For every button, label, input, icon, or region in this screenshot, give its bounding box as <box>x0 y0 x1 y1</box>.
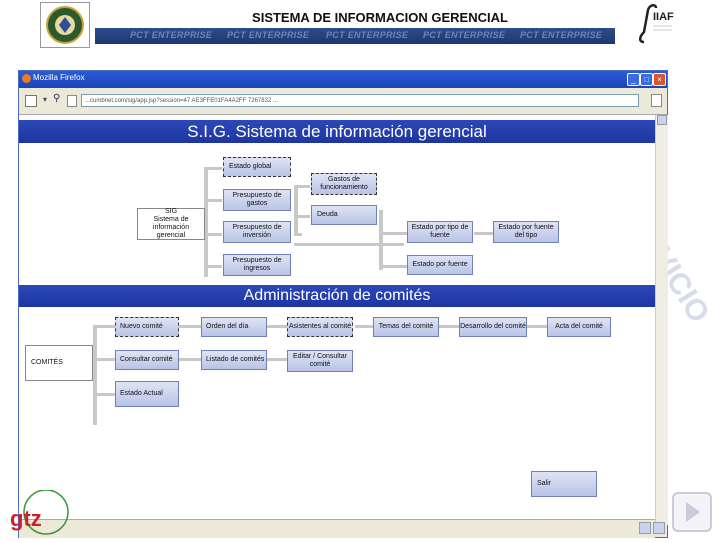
presupuesto-inversion-button[interactable]: Presupuesto de inversión <box>223 221 291 243</box>
gtz-logo: gtz <box>8 489 72 538</box>
dropdown-arrow-icon[interactable]: ▾ <box>43 95 47 104</box>
browser-window: Mozilla Firefox _ □ × ▾ ⚲ ...cumbnet.com… <box>18 70 668 538</box>
connector <box>267 358 287 361</box>
scroll-up-arrow-icon[interactable] <box>657 115 667 125</box>
institution-seal-logo <box>40 2 90 48</box>
connector <box>93 325 115 328</box>
estado-global-button[interactable]: Estado global <box>223 157 291 177</box>
connector <box>204 233 222 236</box>
connector <box>383 265 407 268</box>
document-icon[interactable] <box>67 95 77 107</box>
acta-comite-button[interactable]: Acta del comité <box>547 317 611 337</box>
connector <box>294 215 310 218</box>
connector <box>527 325 547 328</box>
salir-button[interactable]: Salir <box>531 471 597 497</box>
desarrollo-comite-button[interactable]: Desarrollo del comité <box>459 317 527 337</box>
connector <box>204 199 222 202</box>
scroll-down-arrow-icon[interactable] <box>653 522 665 534</box>
svg-text:gtz: gtz <box>10 506 42 531</box>
connector <box>294 233 302 236</box>
comites-banner: Administración de comités <box>19 285 655 307</box>
vertical-scrollbar[interactable] <box>655 115 668 525</box>
consultar-comite-button[interactable]: Consultar comité <box>115 350 179 370</box>
connector <box>204 265 222 268</box>
address-bar[interactable]: ...cumbnet.com/sig/app.jsp?session=47 AE… <box>81 94 639 107</box>
listado-comites-button[interactable]: Listado de comités <box>201 350 267 370</box>
connector <box>355 325 375 328</box>
header-band: PCT ENTERPRISE PCT ENTERPRISE PCT ENTERP… <box>95 28 615 44</box>
asistentes-comite-button[interactable]: Asistentes al comité <box>287 317 353 337</box>
close-button[interactable]: × <box>653 73 666 86</box>
connector <box>179 358 201 361</box>
sig-root-node[interactable]: SIG Sistema de información gerencial <box>137 208 205 240</box>
page-options-icon[interactable] <box>651 94 662 107</box>
browser-titlebar[interactable]: Mozilla Firefox _ □ × <box>19 71 667 88</box>
svg-text:IIAF: IIAF <box>653 11 674 23</box>
sig-banner: S.I.G. Sistema de información gerencial <box>19 120 655 143</box>
firefox-icon <box>22 74 31 83</box>
band-text: PCT ENTERPRISE <box>326 30 409 40</box>
slide-title: SISTEMA DE INFORMACION GERENCIAL <box>252 10 508 25</box>
band-text: PCT ENTERPRISE <box>130 30 213 40</box>
status-bar <box>19 519 665 538</box>
scroll-right-arrow-icon[interactable] <box>639 522 651 534</box>
presupuesto-gastos-button[interactable]: Presupuesto de gastos <box>223 189 291 211</box>
estado-tipo-fuente-button[interactable]: Estado por tipo de fuente <box>407 221 473 243</box>
connector <box>93 325 97 425</box>
band-text: PCT ENTERPRISE <box>227 30 310 40</box>
band-text: PCT ENTERPRISE <box>423 30 506 40</box>
connector <box>474 232 494 235</box>
connector <box>383 232 407 235</box>
editar-consultar-comite-button[interactable]: Editar / Consultar comité <box>287 350 353 372</box>
next-slide-icon[interactable] <box>672 492 712 532</box>
page-icon[interactable] <box>25 95 37 107</box>
connector <box>379 210 383 270</box>
connector <box>294 185 298 235</box>
connector <box>179 325 201 328</box>
estado-fuente-button[interactable]: Estado por fuente <box>407 255 473 275</box>
presupuesto-ingresos-button[interactable]: Presupuesto de ingresos <box>223 254 291 276</box>
estado-actual-button[interactable]: Estado Actual <box>115 381 179 407</box>
gastos-funcionamiento-button[interactable]: Gastos de funcionamiento <box>311 173 377 195</box>
window-title: Mozilla Firefox <box>33 73 85 82</box>
band-text: PCT ENTERPRISE <box>520 30 603 40</box>
connector <box>93 358 115 361</box>
minimize-button[interactable]: _ <box>627 73 640 86</box>
nuevo-comite-button[interactable]: Nuevo comité <box>115 317 179 337</box>
page-content: S.I.G. Sistema de información gerencial … <box>19 115 655 519</box>
iiaf-logo: IIAF <box>628 2 676 46</box>
comites-root-node[interactable]: COMITÉS <box>25 345 93 381</box>
browser-toolbar: ▾ ⚲ ...cumbnet.com/sig/app.jsp?session=4… <box>19 88 667 115</box>
maximize-button[interactable]: □ <box>640 73 653 86</box>
deuda-button[interactable]: Deuda <box>311 205 377 225</box>
connector <box>267 325 287 328</box>
slide-header: PCT ENTERPRISE PCT ENTERPRISE PCT ENTERP… <box>0 0 720 48</box>
connector <box>93 393 115 396</box>
connector <box>204 167 222 170</box>
connector <box>294 185 310 188</box>
orden-dia-button[interactable]: Orden del día <box>201 317 267 337</box>
connector <box>439 325 459 328</box>
search-icon[interactable]: ⚲ <box>53 93 60 104</box>
connector <box>294 243 404 246</box>
estado-fuente-tipo-button[interactable]: Estado por fuente del tipo <box>493 221 559 243</box>
temas-comite-button[interactable]: Temas del comité <box>373 317 439 337</box>
